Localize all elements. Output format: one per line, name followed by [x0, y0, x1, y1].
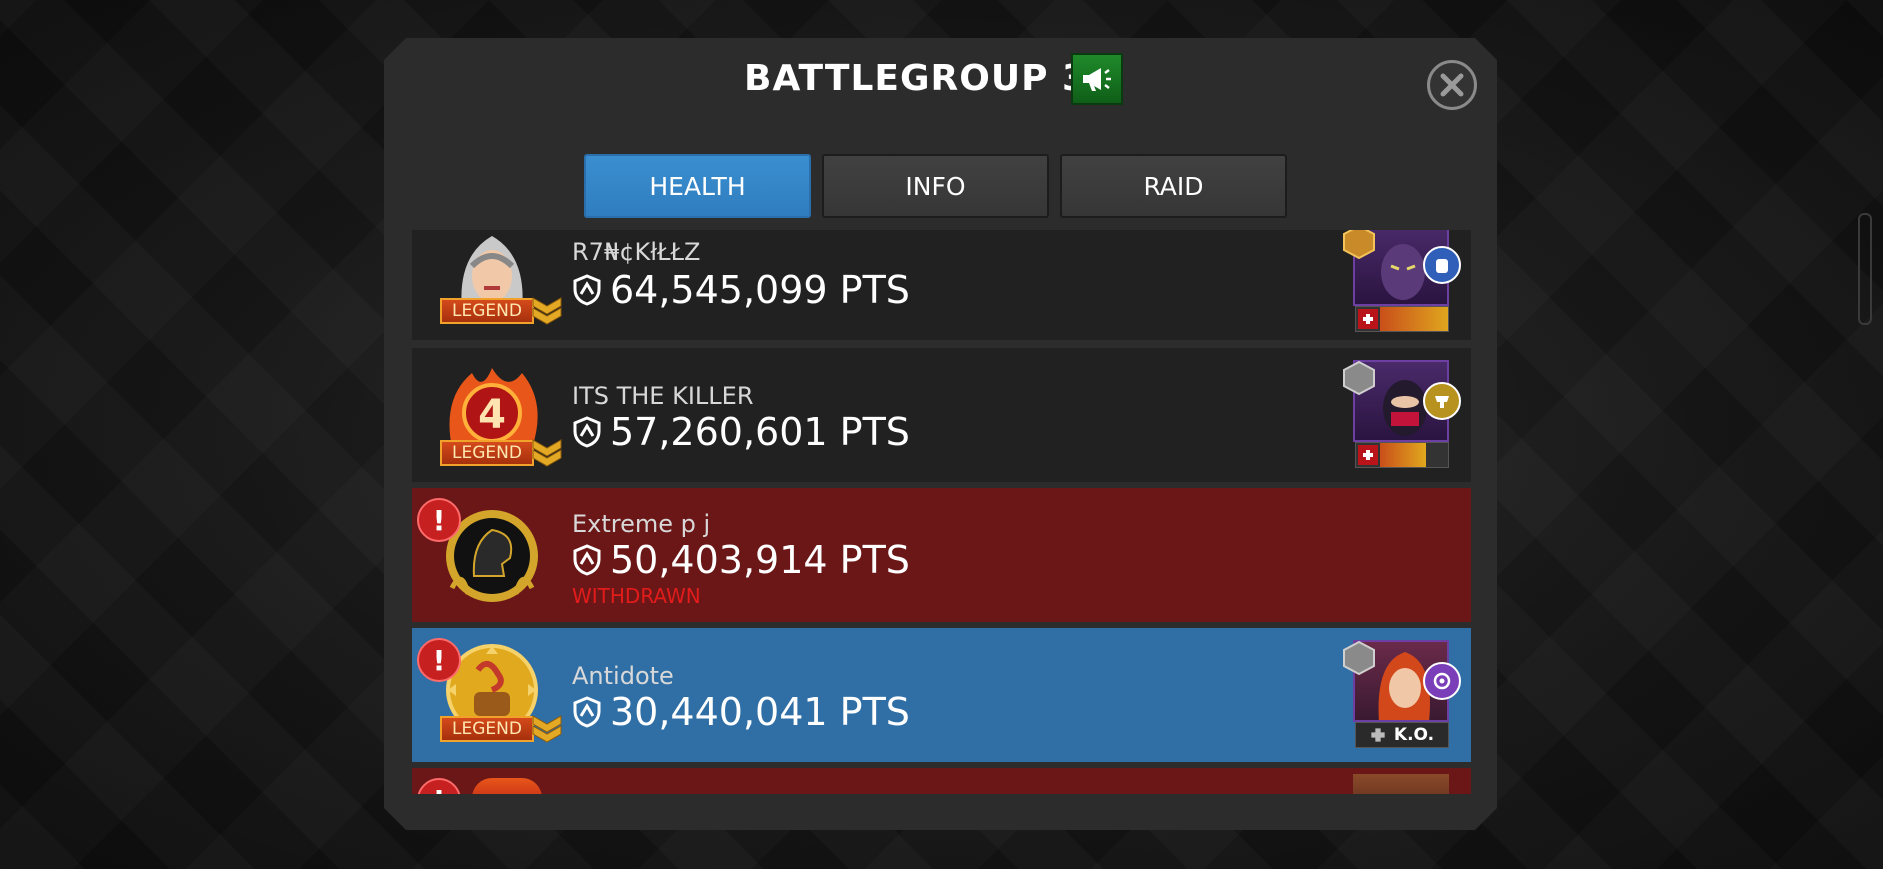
alert-icon: !: [417, 778, 461, 794]
tab-raid[interactable]: RAID: [1060, 154, 1287, 218]
player-list: LEGEND R7₦¢KłŁŁZ 64,545,099 PTS 4 LEGEND…: [412, 230, 1471, 794]
player-name: Antidote: [572, 662, 674, 690]
tab-info[interactable]: INFO: [822, 154, 1049, 218]
player-points: 64,545,099 PTS: [572, 268, 910, 312]
shield-icon: [573, 416, 601, 448]
champion-card[interactable]: K.O.: [1341, 640, 1461, 750]
rank-chevron-icon: [532, 439, 562, 467]
shield-icon: [573, 544, 601, 576]
close-button[interactable]: [1427, 60, 1477, 110]
health-icon: [1371, 728, 1385, 742]
player-avatar: [472, 778, 542, 794]
player-avatar: 4 LEGEND: [432, 358, 562, 468]
mystic-class-icon: [1423, 662, 1461, 700]
shield-icon: [573, 696, 601, 728]
scroll-indicator[interactable]: [1858, 213, 1872, 325]
shield-icon: [573, 274, 601, 306]
health-icon: [1358, 445, 1378, 465]
player-name: Extreme p j: [572, 510, 711, 538]
player-points: 57,260,601 PTS: [572, 410, 910, 454]
list-item[interactable]: 4 LEGEND ITS THE KILLER 57,260,601 PTS: [412, 348, 1471, 482]
player-name: ITS THE KILLER: [572, 382, 754, 410]
player-avatar: LEGEND: [432, 230, 562, 326]
champion-health-bar: [1355, 306, 1449, 332]
svg-text:4: 4: [478, 392, 506, 438]
skill-class-icon: [1423, 382, 1461, 420]
legend-badge: LEGEND: [440, 716, 534, 742]
page-title: BATTLEGROUP 3: [744, 58, 1089, 99]
list-item[interactable]: ! Extreme p j 50,403,914 PTS WITHDRAWN: [412, 488, 1471, 622]
rank-chevron-icon: [532, 715, 562, 743]
tab-health[interactable]: HEALTH: [584, 154, 811, 218]
health-icon: [1358, 309, 1378, 329]
champion-health-bar: [1355, 442, 1449, 468]
champion-portrait: [1353, 774, 1449, 794]
legend-badge: LEGEND: [440, 440, 534, 466]
player-name: R7₦¢KłŁŁZ: [572, 238, 701, 266]
star-rank-icon: [1343, 640, 1375, 676]
announce-button[interactable]: [1071, 53, 1123, 105]
champion-card[interactable]: [1341, 230, 1461, 334]
cosmic-class-icon: [1423, 246, 1461, 284]
star-rank-icon: [1343, 230, 1375, 260]
megaphone-icon: [1083, 68, 1111, 91]
alert-icon: !: [417, 638, 461, 682]
list-item[interactable]: LEGEND R7₦¢KłŁŁZ 64,545,099 PTS: [412, 230, 1471, 340]
player-points: 30,440,041 PTS: [572, 690, 910, 734]
champion-card[interactable]: [1341, 360, 1461, 470]
champion-ko-status: K.O.: [1355, 722, 1449, 748]
list-item[interactable]: !: [412, 768, 1471, 794]
rank-chevron-icon: [532, 297, 562, 325]
alert-icon: !: [417, 498, 461, 542]
withdrawn-status: WITHDRAWN: [572, 584, 701, 608]
legend-badge: LEGEND: [440, 298, 534, 324]
star-rank-icon: [1343, 360, 1375, 396]
player-points: 50,403,914 PTS: [572, 538, 910, 582]
close-icon: [1440, 73, 1464, 97]
list-item[interactable]: LEGEND ! Antidote 30,440,041 PTS K.O.: [412, 628, 1471, 762]
